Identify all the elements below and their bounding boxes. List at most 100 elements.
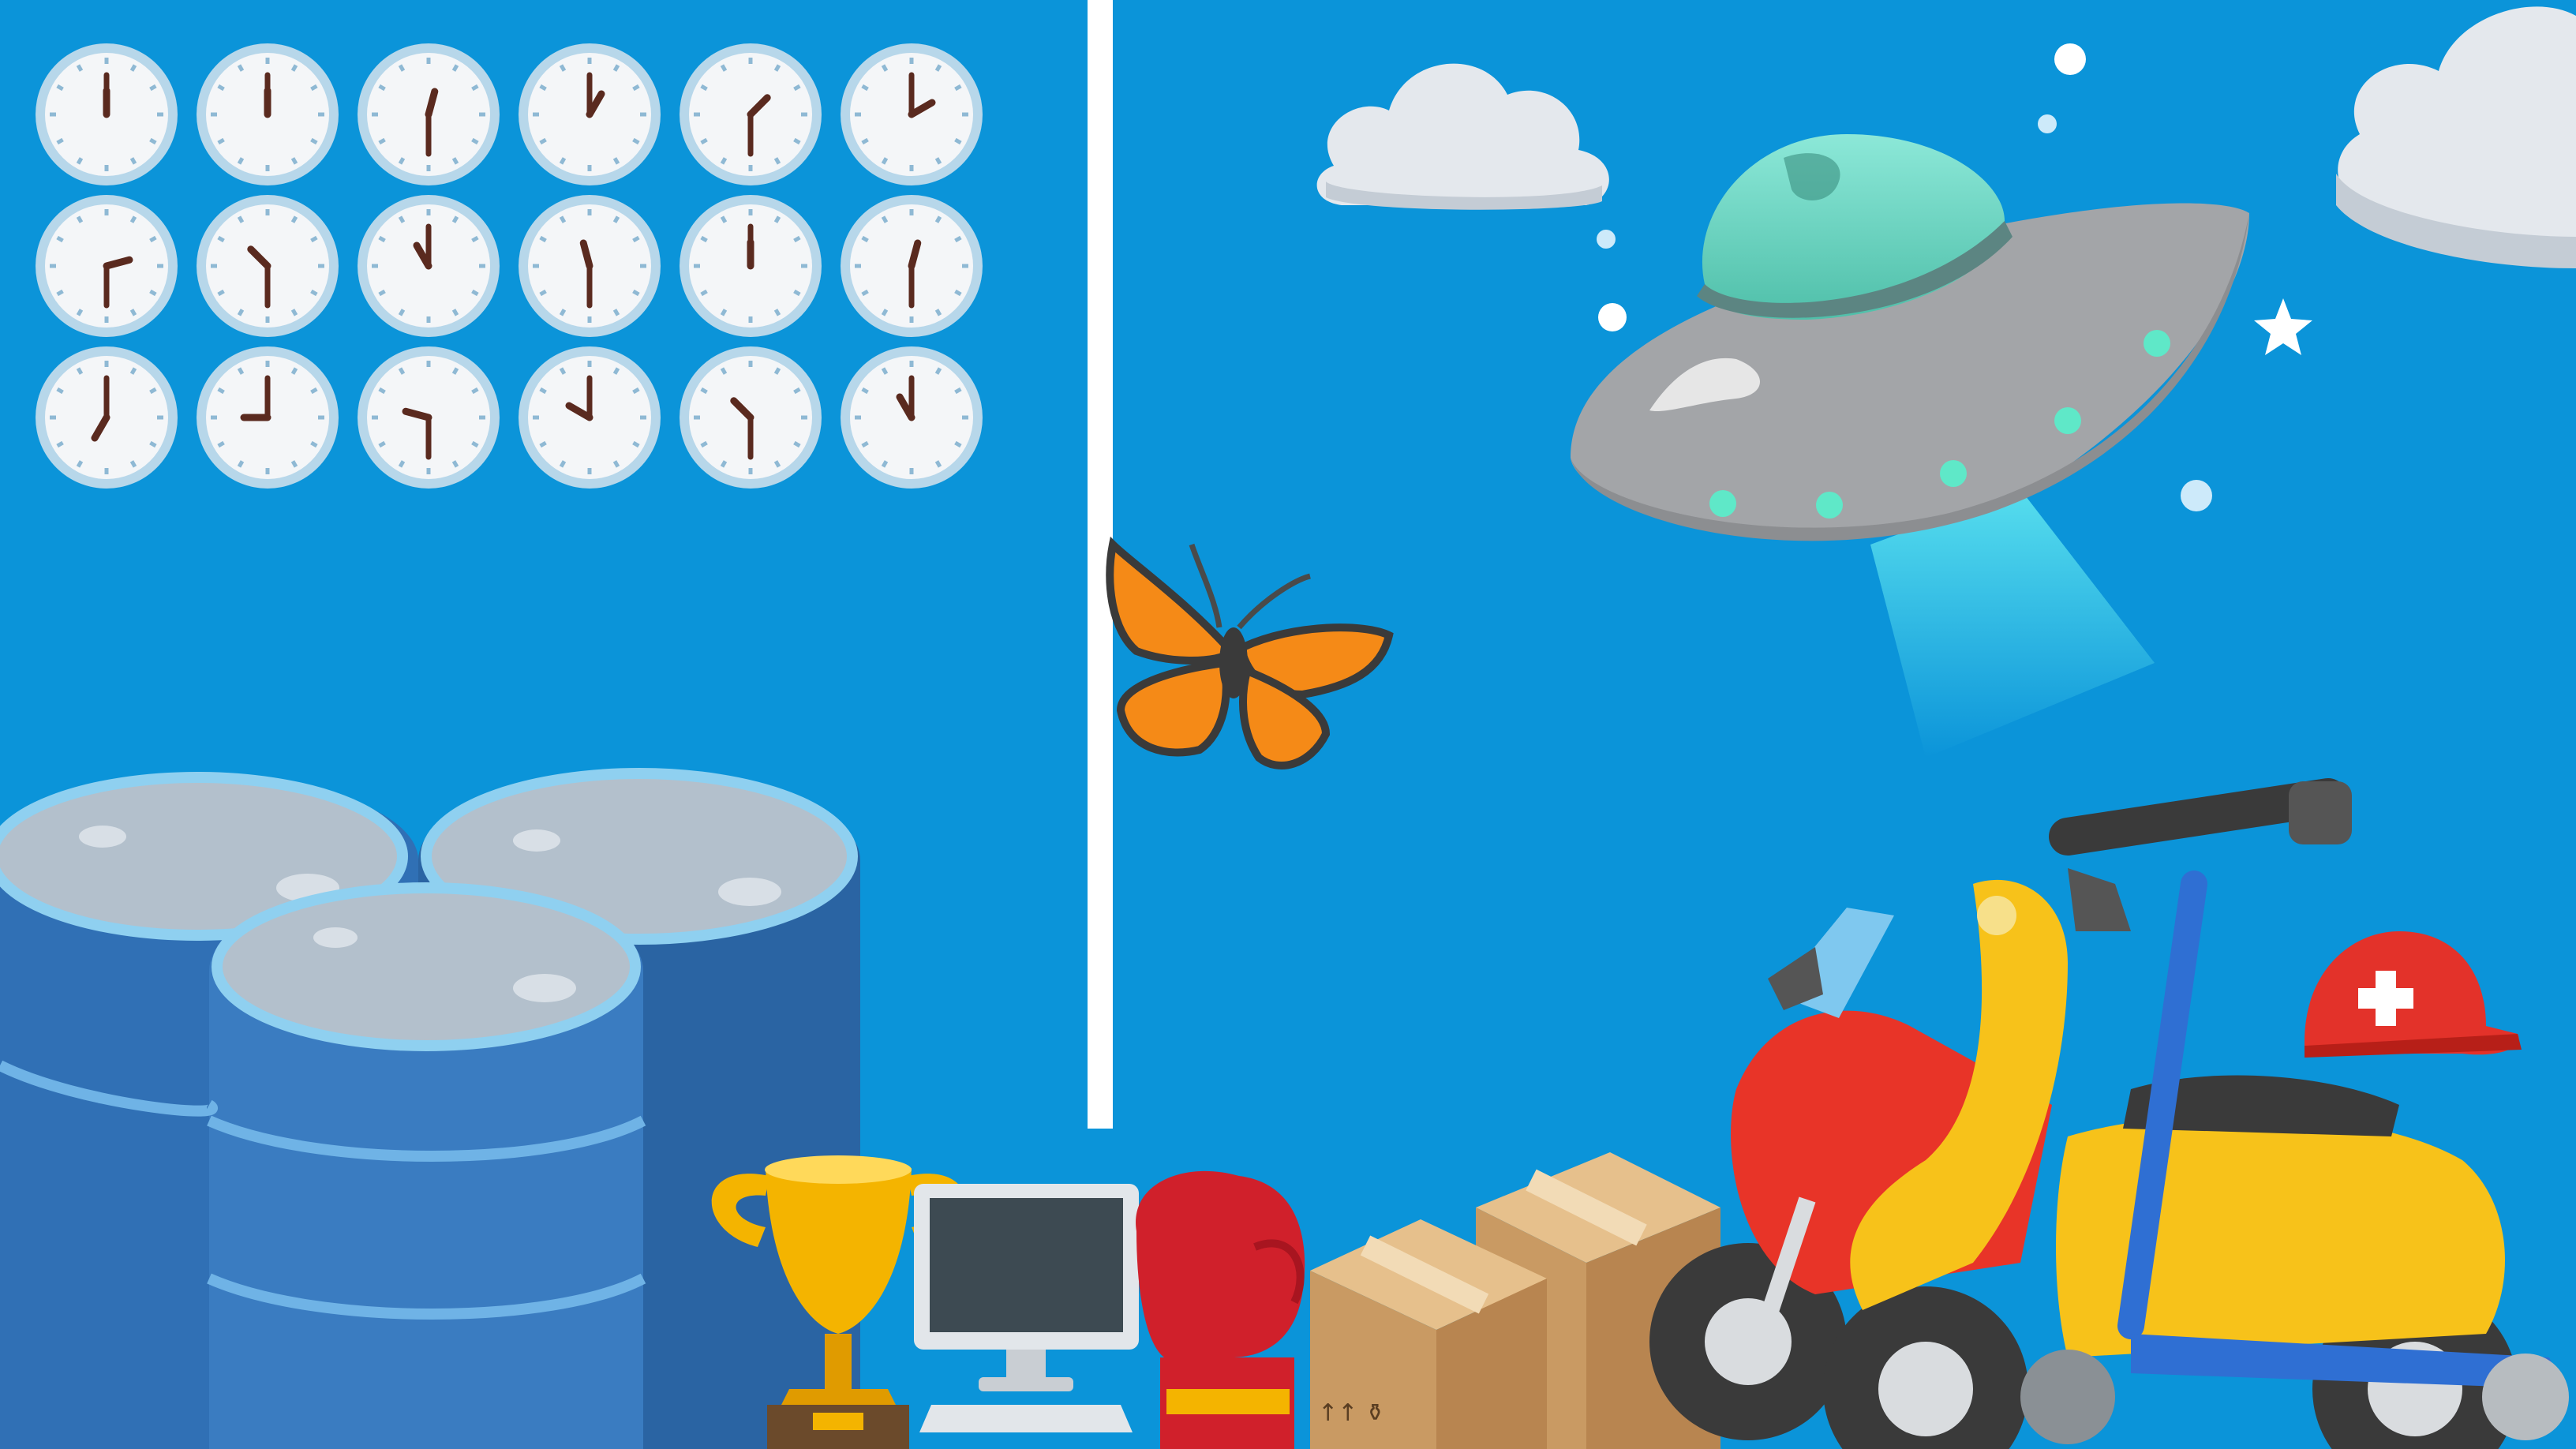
clock-tick <box>217 84 225 92</box>
clock-tick <box>217 235 225 243</box>
clock-tick <box>539 440 547 448</box>
clock-tick <box>793 440 801 448</box>
clock-tick <box>129 64 137 72</box>
clock-tick <box>129 460 137 468</box>
clock-tick <box>773 215 781 223</box>
clock-tick <box>632 289 640 297</box>
clock-tick <box>129 215 137 223</box>
clock-tick <box>881 367 889 375</box>
clock-tick <box>56 137 64 145</box>
clock-tick <box>612 460 620 468</box>
clock-tick <box>56 440 64 448</box>
clock-tick <box>934 215 942 223</box>
clock-icon <box>358 195 500 337</box>
clock-tick <box>559 64 567 72</box>
clock-tick <box>149 84 157 92</box>
clock-tick <box>129 309 137 316</box>
clock-tick <box>861 440 869 448</box>
clock-icon <box>519 43 661 185</box>
clock-icon <box>519 346 661 489</box>
game-scene: ↑↑ ⚱ <box>0 0 2576 1449</box>
clock-tick <box>237 367 245 375</box>
clock-icon <box>36 43 178 185</box>
clock-tick <box>290 157 298 165</box>
clock-tick <box>56 387 64 395</box>
clock-tick <box>881 460 889 468</box>
clock-tick <box>237 309 245 316</box>
clock-tick <box>539 84 547 92</box>
clock-tick <box>217 440 225 448</box>
clock-tick <box>451 64 459 72</box>
clock-tick <box>129 367 137 375</box>
clock-tick <box>290 367 298 375</box>
clock-tick <box>378 235 386 243</box>
oil-drum-icon <box>0 768 860 1449</box>
clock-tick <box>539 235 547 243</box>
clock-tick <box>451 309 459 316</box>
clock-tick <box>954 84 962 92</box>
clock-tick <box>861 84 869 92</box>
clock-tick <box>76 215 84 223</box>
clock-icon <box>519 195 661 337</box>
clock-tick <box>559 460 567 468</box>
clock-tick <box>76 309 84 316</box>
clock-tick <box>773 157 781 165</box>
clock-tick <box>700 235 708 243</box>
clock-tick <box>954 387 962 395</box>
clock-tick <box>773 64 781 72</box>
clock-tick <box>217 387 225 395</box>
clock-tick <box>793 84 801 92</box>
clock-tick <box>378 289 386 297</box>
clock-tick <box>632 440 640 448</box>
clock-tick <box>934 309 942 316</box>
clock-tick <box>861 387 869 395</box>
clock-tick <box>881 215 889 223</box>
clock-tick <box>310 289 318 297</box>
clock-tick <box>398 367 406 375</box>
clock-tick <box>76 64 84 72</box>
clock-tick <box>310 137 318 145</box>
clock-tick <box>881 309 889 316</box>
clock-tick <box>881 64 889 72</box>
clock-tick <box>290 64 298 72</box>
clock-tick <box>773 367 781 375</box>
clock-tick <box>398 215 406 223</box>
clock-icon <box>680 43 822 185</box>
clock-tick <box>471 235 479 243</box>
clock-tick <box>539 289 547 297</box>
clock-tick <box>378 137 386 145</box>
clock-tick <box>632 235 640 243</box>
clock-icon <box>358 43 500 185</box>
clock-tick <box>773 460 781 468</box>
clock-tick <box>56 235 64 243</box>
clock-tick <box>700 289 708 297</box>
clock-tick <box>310 387 318 395</box>
clock-tick <box>954 289 962 297</box>
clock-tick <box>700 84 708 92</box>
clock-tick <box>861 289 869 297</box>
clock-tick <box>793 387 801 395</box>
clock-tick <box>471 289 479 297</box>
clock-tick <box>76 367 84 375</box>
clock-tick <box>954 235 962 243</box>
clock-tick <box>539 387 547 395</box>
clock-tick <box>471 84 479 92</box>
clock-tick <box>129 157 137 165</box>
clock-tick <box>310 84 318 92</box>
clock-tick <box>290 460 298 468</box>
clock-tick <box>954 440 962 448</box>
clock-tick <box>217 137 225 145</box>
clock-tick <box>471 440 479 448</box>
clock-tick <box>290 215 298 223</box>
clock-tick <box>398 64 406 72</box>
clock-tick <box>539 137 547 145</box>
clock-tick <box>217 289 225 297</box>
clock-tick <box>451 367 459 375</box>
clock-tick <box>612 215 620 223</box>
clock-tick <box>378 440 386 448</box>
clock-tick <box>149 235 157 243</box>
boxing-glove-icon <box>1136 1170 1305 1449</box>
clock-tick <box>237 157 245 165</box>
clock-tick <box>934 64 942 72</box>
clock-tick <box>310 440 318 448</box>
